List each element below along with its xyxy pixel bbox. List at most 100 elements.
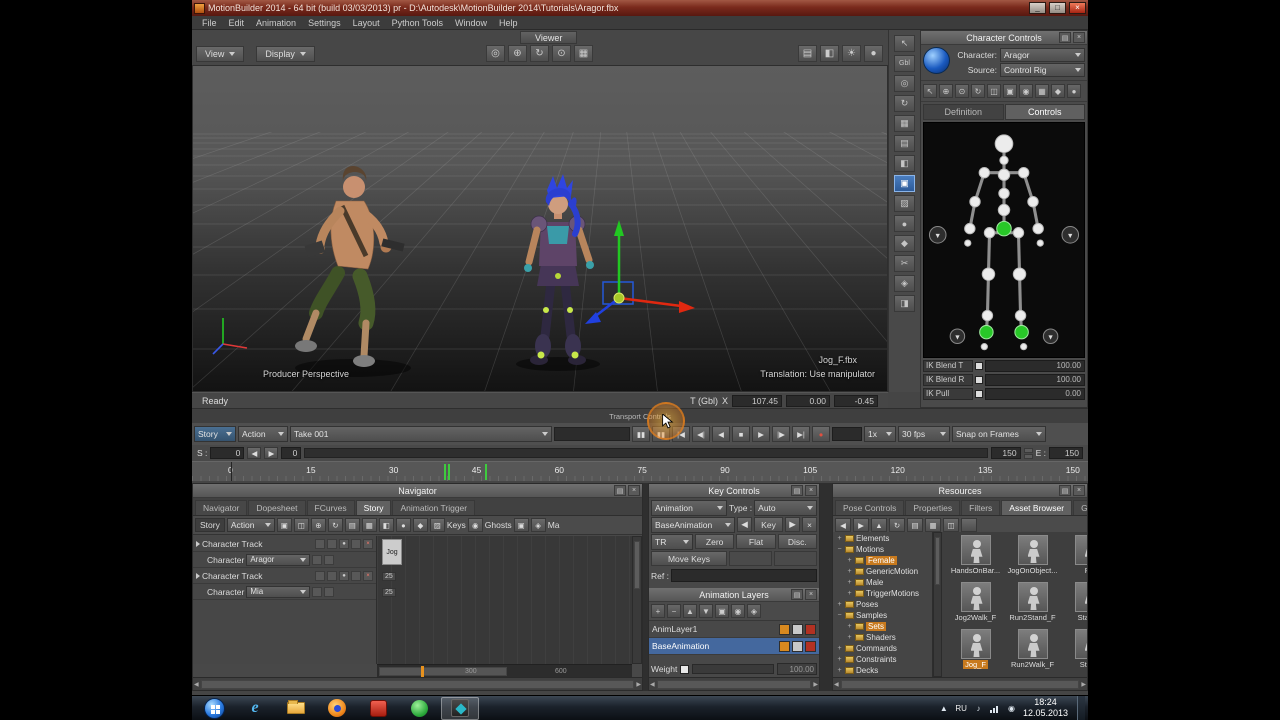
tree-item-genericmotion[interactable]: + GenericMotion [833,566,932,577]
mode-story-button[interactable]: Story [194,426,236,442]
motionbuilder-taskbar-button[interactable] [441,696,479,720]
mode-action-button[interactable]: Action [238,426,288,442]
dock-icon[interactable]: ▤ [791,589,803,600]
scroll-left-icon[interactable]: ◀ [834,681,839,688]
pan-icon[interactable]: ⊕ [508,45,527,62]
expand-icon[interactable] [196,572,200,579]
layer-up-icon[interactable]: ▲ [683,604,697,618]
viewport-3d-scene[interactable] [193,66,888,392]
start-button[interactable] [195,697,233,720]
tab-properties[interactable]: Properties [905,500,961,515]
close-icon[interactable]: × [628,485,640,496]
expand-icon[interactable] [196,540,200,547]
blend-tool-icon[interactable]: ◈ [894,275,915,292]
ie-taskbar-button[interactable]: e [236,697,274,720]
spin-down-icon[interactable] [1023,453,1033,459]
story-clip-area[interactable]: Jog 25 25 [377,536,632,664]
snap-select[interactable]: Snap on Frames [952,426,1046,442]
source-select[interactable]: Control Rig [1000,63,1085,77]
range-end-field[interactable]: 150 [990,447,1021,459]
translate-mode-icon[interactable]: ⊕ [939,84,953,98]
scrollbar-thumb[interactable] [840,679,1080,689]
animation-layers-header[interactable]: Animation Layers ▤ × [649,588,819,602]
grid-tool-icon[interactable]: ▦ [894,115,915,132]
back-icon[interactable]: ◀ [835,518,851,532]
tree-item-samples[interactable]: − Samples [833,610,932,621]
blend-toggle-icon[interactable]: ◈ [530,518,546,532]
range-slider[interactable] [304,448,988,458]
story-tool-2-icon[interactable]: ◫ [293,518,309,532]
y-value-field[interactable]: 0.00 [786,394,830,407]
list-tool-icon[interactable]: ▤ [894,135,915,152]
refresh-icon[interactable]: ↻ [889,518,905,532]
story-tool-10-icon[interactable]: ▨ [429,518,445,532]
tree-item-commands[interactable]: + Commands [833,643,932,654]
track-anchor-icon[interactable] [324,554,335,565]
display-button[interactable]: Display [256,46,315,62]
tree-item-decks[interactable]: + Decks [833,665,932,676]
viewer-tab[interactable]: Viewer [520,31,578,44]
dock-icon[interactable]: ▤ [1059,32,1071,43]
prev-key-button[interactable]: ◀ [737,517,752,532]
lighting-icon[interactable]: ☀ [842,45,861,62]
keying-icon[interactable]: ● [1067,84,1081,98]
asset-stand[interactable]: Stand [1061,629,1087,676]
orbit-icon[interactable]: ◎ [486,45,505,62]
z-value-field[interactable]: -0.45 [834,394,878,407]
explorer-taskbar-button[interactable] [277,697,315,720]
scroll-right-icon[interactable]: ▶ [636,681,641,688]
list-view-icon[interactable]: ▤ [907,518,923,532]
play-backward-button[interactable]: ◀ [712,426,730,442]
layer-visible-icon[interactable] [792,623,803,635]
ik-blend-r-checkbox[interactable] [975,376,983,384]
menu-python-tools[interactable]: Python Tools [386,17,449,29]
layer-key-icon[interactable] [779,623,790,635]
ik-blend-t-checkbox[interactable] [975,362,983,370]
story-tool-6-icon[interactable]: ▦ [361,518,377,532]
story-tool-9-icon[interactable]: ◆ [412,518,428,532]
asset-run2stand-f[interactable]: Run2Stand_F [1004,582,1061,629]
track-lock-icon[interactable] [351,538,361,549]
menu-layout[interactable]: Layout [347,17,386,29]
full-body-icon[interactable]: ↻ [971,84,985,98]
dock-icon[interactable]: ▤ [614,485,626,496]
tree-item-sets[interactable]: + Sets [833,621,932,632]
resources-scrollbar[interactable]: ◀ ▶ [833,677,1087,690]
track-row-character-1-target[interactable]: Character Aragor [193,552,376,568]
layer-merge-icon[interactable]: ◈ [747,604,761,618]
ik-pull-checkbox[interactable] [975,390,983,398]
network-icon[interactable] [989,704,1000,713]
track-delete-icon[interactable]: × [363,538,373,549]
track-record-icon[interactable]: ● [339,570,349,581]
track-row-character-2-target[interactable]: Character Mia [193,584,376,600]
select-mode-icon[interactable]: ↖ [923,84,937,98]
record-button[interactable]: ● [812,426,830,442]
cut-tool-icon[interactable]: ✂ [894,255,915,272]
asset-run2walk-f[interactable]: Run2Walk_F [1004,629,1061,676]
title-bar[interactable]: MotionBuilder 2014 - 64 bit (build 03/03… [192,0,1088,16]
menu-settings[interactable]: Settings [302,17,347,29]
key-type-select[interactable]: Auto [754,499,817,516]
remove-layer-icon[interactable]: − [667,604,681,618]
layer-solo-icon[interactable]: ◉ [731,604,745,618]
story-horizontal-scrollbar[interactable]: ◀ ▶ [193,677,642,690]
shade-tool-icon[interactable]: ◧ [894,155,915,172]
tree-item-male[interactable]: + Male [833,577,932,588]
layer-mute-icon[interactable] [805,640,816,652]
story-vertical-scrollbar[interactable] [632,536,642,664]
navigator-header[interactable]: Navigator ▤ × [193,484,642,498]
tree-item-shaders[interactable]: + Shaders [833,632,932,643]
play-button[interactable]: ▶ [752,426,770,442]
delete-key-button[interactable]: × [802,517,817,532]
disc-button[interactable]: Disc. [777,534,817,549]
track-character-select[interactable]: Aragor [246,553,311,566]
zoom-icon[interactable]: ⊙ [552,45,571,62]
track-anchor-icon[interactable] [324,586,335,597]
maximize-button[interactable]: □ [1049,2,1066,14]
tree-item-elements[interactable]: + Elements [833,533,932,544]
go-to-end-button[interactable]: ▶| [792,426,810,442]
story-action-select[interactable]: Action [226,518,275,532]
story-clip[interactable]: Jog [382,539,402,565]
tab-story[interactable]: Story [355,500,392,515]
scroll-right-icon[interactable]: ▶ [813,681,818,688]
